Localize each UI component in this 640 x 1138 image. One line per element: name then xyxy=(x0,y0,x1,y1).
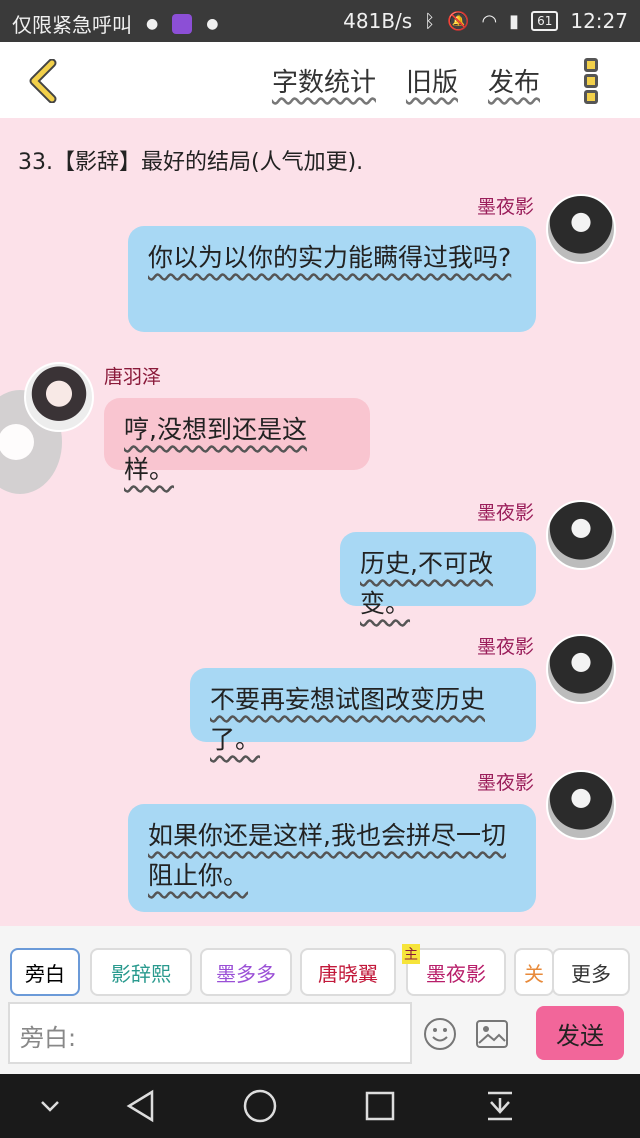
avatar[interactable] xyxy=(24,362,94,432)
home-nav-button[interactable] xyxy=(240,1086,280,1126)
role-ying-ci-xi[interactable]: 影辞熙 xyxy=(90,948,192,996)
emoji-button[interactable] xyxy=(422,1016,458,1052)
pull-down-icon xyxy=(488,1091,512,1121)
message-input[interactable]: 旁白: xyxy=(8,1002,412,1064)
network-speed: 481B/s xyxy=(343,9,413,33)
message-text: 历史,不可改变。 xyxy=(360,549,493,618)
battery-indicator: 61 xyxy=(531,11,559,31)
old-version-link[interactable]: 旧版 xyxy=(406,62,458,99)
notification-dot-icon: ● xyxy=(206,15,219,32)
speaker-name: 墨夜影 xyxy=(476,636,534,658)
role-mo-duoduo[interactable]: 墨多多 xyxy=(200,948,292,996)
image-icon xyxy=(476,1020,508,1048)
send-button[interactable]: 发送 xyxy=(536,1006,624,1060)
message-bubble[interactable]: 历史,不可改变。 xyxy=(340,532,536,618)
chapter-title: 33.【影辞】最好的结局(人气加更). xyxy=(18,150,364,175)
bluetooth-icon: ᛒ xyxy=(424,10,436,32)
role-narrator[interactable]: 旁白 xyxy=(10,948,80,996)
avatar[interactable] xyxy=(546,500,616,570)
more-dot xyxy=(584,74,598,88)
role-tang-xiaoyi[interactable]: 唐晓翼 xyxy=(300,948,396,996)
clock: 12:27 xyxy=(570,9,628,33)
more-button[interactable] xyxy=(580,58,602,104)
message-text: 如果你还是这样,我也会拼尽一切阻止你。 xyxy=(148,821,506,890)
speaker-name: 唐羽泽 xyxy=(104,366,162,388)
avatar[interactable] xyxy=(546,634,616,704)
speaker-name: 墨夜影 xyxy=(476,502,534,524)
message-bubble[interactable]: 你以为以你的实力能瞒得过我吗? xyxy=(128,226,536,332)
more-roles-button[interactable]: 更多 xyxy=(552,948,630,996)
message-bubble[interactable]: 不要再妄想试图改变历史了。 xyxy=(190,668,536,754)
recents-nav-button[interactable] xyxy=(360,1086,400,1126)
message-text: 不要再妄想试图改变历史了。 xyxy=(210,685,486,754)
hide-keyboard-button[interactable] xyxy=(30,1086,70,1126)
publish-link[interactable]: 发布 xyxy=(488,62,540,99)
chevron-down-icon xyxy=(41,1101,59,1112)
chat-area[interactable]: 33.【影辞】最好的结局(人气加更). 墨夜影 你以为以你的实力能瞒得过我吗? … xyxy=(0,118,640,926)
chevron-left-icon xyxy=(29,59,57,103)
wifi-icon: ◠ xyxy=(481,10,498,32)
message-text: 你以为以你的实力能瞒得过我吗? xyxy=(148,243,512,272)
notification-pull-button[interactable] xyxy=(480,1086,520,1126)
compose-area: 旁白 影辞熙 墨多多 唐晓翼 墨夜影 关 更多 旁白: 发送 xyxy=(0,926,640,1074)
triangle-back-icon xyxy=(126,1089,154,1123)
square-recents-icon xyxy=(365,1091,395,1121)
more-vertical-icon xyxy=(584,58,598,72)
circle-home-icon xyxy=(243,1089,277,1123)
carrier-text: 仅限紧急呼叫 xyxy=(12,13,132,37)
notification-dot-icon: ● xyxy=(146,15,159,32)
image-button[interactable] xyxy=(474,1016,510,1052)
message-bubble[interactable]: 如果你还是这样,我也会拼尽一切阻止你。 xyxy=(128,804,536,912)
message-bubble[interactable]: 哼,没想到还是这样。 xyxy=(104,398,370,484)
app-notification-icon xyxy=(172,13,193,34)
message-text: 哼,没想到还是这样。 xyxy=(124,415,307,484)
back-button[interactable] xyxy=(18,56,68,106)
mute-icon: 🔕 xyxy=(447,10,470,32)
back-nav-button[interactable] xyxy=(120,1086,160,1126)
app-bar: 字数统计 旧版 发布 xyxy=(0,42,640,118)
smiley-icon xyxy=(424,1018,456,1050)
sim-icon: ▮ xyxy=(509,10,520,32)
more-dot xyxy=(584,90,598,104)
role-selector: 旁白 影辞熙 墨多多 唐晓翼 墨夜影 关 更多 xyxy=(0,944,640,1000)
avatar[interactable] xyxy=(546,770,616,840)
speaker-name: 墨夜影 xyxy=(476,772,534,794)
avatar[interactable] xyxy=(546,194,616,264)
word-count-link[interactable]: 字数统计 xyxy=(272,62,376,99)
status-bar: 仅限紧急呼叫 ● ● 481B/s ᛒ 🔕 ◠ ▮ 61 12:27 xyxy=(0,0,640,42)
speaker-name: 墨夜影 xyxy=(476,196,534,218)
role-partial[interactable]: 关 xyxy=(514,948,554,996)
role-mo-yeying[interactable]: 墨夜影 xyxy=(402,944,506,996)
system-nav-bar xyxy=(0,1074,640,1138)
